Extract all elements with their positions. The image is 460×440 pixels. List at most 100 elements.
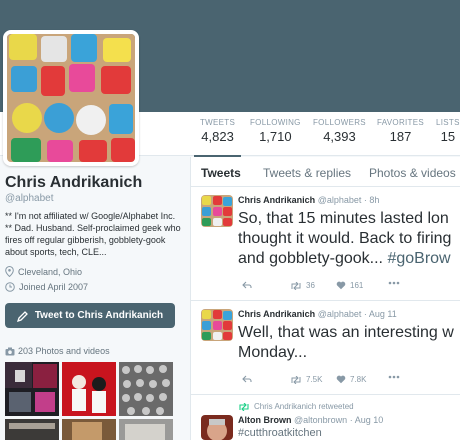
photo-thumbnail[interactable] xyxy=(5,419,59,440)
photos-videos-link[interactable]: 203 Photos and videos xyxy=(5,346,110,356)
stat-label: LISTS xyxy=(436,118,460,127)
joined-text: Joined April 2007 xyxy=(19,282,89,292)
profile-avatar[interactable] xyxy=(3,30,139,166)
tweet-time[interactable]: · Aug 11 xyxy=(364,309,397,319)
tweet-avatar-image xyxy=(201,415,233,440)
tab-tweets[interactable]: Tweets xyxy=(201,166,241,180)
retweeted-by: Chris Andrikanich retweeted xyxy=(238,402,354,411)
tweet-to-button[interactable]: Tweet to Chris Andrikanich xyxy=(5,303,175,328)
tweet-time[interactable]: · 8h xyxy=(364,195,380,205)
like-button[interactable]: 7.8K xyxy=(336,375,366,384)
tweet-line: thought it would. Back to firing xyxy=(238,230,452,247)
stat-value: 4,393 xyxy=(323,129,356,144)
photo-thumbnail[interactable] xyxy=(62,362,116,416)
heart-icon xyxy=(336,375,346,384)
heart-icon xyxy=(336,281,346,290)
stat-value: 1,710 xyxy=(259,129,292,144)
tweet-author-name[interactable]: Chris Andrikanich xyxy=(238,309,315,319)
profile-joined: Joined April 2007 xyxy=(5,282,88,292)
tweet-avatar-image xyxy=(201,309,233,341)
tweet-avatar[interactable] xyxy=(201,309,233,341)
nav-lists[interactable]: LISTS 15 xyxy=(436,118,460,144)
nav-followers[interactable]: FOLLOWERS 4,393 xyxy=(313,118,366,144)
tweet-text: Well, that was an interesting w Monday..… xyxy=(238,323,460,363)
more-icon xyxy=(388,281,400,285)
tweet-avatar[interactable] xyxy=(201,415,233,440)
profile-bio: ** I'm not affiliated w/ Google/Alphabet… xyxy=(5,211,181,257)
reply-icon xyxy=(242,281,252,289)
tweet-line-with-hashtag: and gobblety-gook... #goBrow xyxy=(238,249,460,269)
stat-value: 187 xyxy=(389,129,412,144)
profile-handle[interactable]: @alphabet xyxy=(5,193,54,204)
clock-icon xyxy=(5,282,15,292)
retweet-count: 36 xyxy=(306,281,315,290)
nav-tweets[interactable]: TWEETS 4,823 xyxy=(193,118,242,158)
camera-icon xyxy=(5,347,15,355)
tweet-author-name[interactable]: Alton Brown xyxy=(238,415,292,425)
tweet-line: Well, that was an interesting w xyxy=(238,324,454,341)
tweet-text: So, that 15 minutes lasted lon thought i… xyxy=(238,209,460,269)
photo-image xyxy=(5,362,59,416)
tweet-line: So, that 15 minutes lasted lon xyxy=(238,210,449,227)
tweet-author-name[interactable]: Chris Andrikanich xyxy=(238,195,315,205)
retweet-count: 7.5K xyxy=(306,375,323,384)
tab-photos-videos[interactable]: Photos & videos xyxy=(369,166,456,180)
stat-label: FOLLOWERS xyxy=(313,118,366,127)
reply-button[interactable] xyxy=(242,375,252,383)
like-button[interactable]: 161 xyxy=(336,281,363,290)
stat-label: FAVORITES xyxy=(377,118,425,127)
photo-image xyxy=(119,419,173,440)
tweet-author-handle[interactable]: @altonbrown xyxy=(294,415,347,425)
hashtag-link[interactable]: #cutthroatkitchen xyxy=(238,427,322,439)
photo-thumbnail[interactable] xyxy=(119,362,173,416)
retweet-icon xyxy=(239,402,249,411)
tweet-to-label: Tweet to Chris Andrikanich xyxy=(34,310,164,321)
tweet-author-handle[interactable]: @alphabet xyxy=(318,195,362,205)
tweet-avatar[interactable] xyxy=(201,195,233,227)
photo-thumbnail[interactable] xyxy=(62,419,116,440)
retweeted-by-text[interactable]: Chris Andrikanich retweeted xyxy=(254,402,354,411)
photo-image xyxy=(62,419,116,440)
stat-value: 15 xyxy=(440,129,456,144)
profile-location: Cleveland, Ohio xyxy=(5,266,82,277)
retweet-button[interactable]: 7.5K xyxy=(290,375,322,384)
photo-thumbnail[interactable] xyxy=(119,419,173,440)
photo-image xyxy=(119,362,173,416)
timeline-tabs: Tweets Tweets & replies Photos & videos xyxy=(191,157,460,187)
compose-icon xyxy=(16,310,28,322)
hashtag-link[interactable]: #goBrow xyxy=(387,250,450,267)
avatar-letters-image xyxy=(7,34,135,162)
retweet-icon xyxy=(291,281,301,290)
retweet-button[interactable]: 36 xyxy=(290,281,315,290)
tweet-item[interactable]: Chris Andrikanich retweeted Alton Brown … xyxy=(191,395,460,440)
photo-image xyxy=(5,419,59,440)
nav-favorites[interactable]: FAVORITES 187 xyxy=(377,118,424,144)
more-button[interactable] xyxy=(388,281,400,285)
photo-thumbnail[interactable] xyxy=(5,362,59,416)
tweet-header: Chris Andrikanich @alphabet · 8h xyxy=(238,195,379,205)
like-count: 7.8K xyxy=(350,375,367,384)
tweet-header: Chris Andrikanich @alphabet · Aug 11 xyxy=(238,309,397,319)
photos-videos-label: 203 Photos and videos xyxy=(18,346,110,356)
stat-label: FOLLOWING xyxy=(250,118,301,127)
tweet-line: Monday... xyxy=(238,344,308,361)
nav-following[interactable]: FOLLOWING 1,710 xyxy=(250,118,301,144)
photo-image xyxy=(62,362,116,416)
timeline: Tweets Tweets & replies Photos & videos … xyxy=(190,157,460,440)
tweet-header: Alton Brown @altonbrown · Aug 10 xyxy=(238,415,383,425)
profile-name[interactable]: Chris Andrikanich xyxy=(5,174,142,192)
reply-button[interactable] xyxy=(242,281,252,289)
location-text: Cleveland, Ohio xyxy=(18,266,83,277)
stat-label: TWEETS xyxy=(200,118,236,127)
tweet-avatar-image xyxy=(201,195,233,227)
tweet-time[interactable]: · Aug 10 xyxy=(350,415,384,425)
tweet-item[interactable]: Chris Andrikanich @alphabet · Aug 11 Wel… xyxy=(191,301,460,395)
more-icon xyxy=(388,375,400,379)
tab-tweets-replies[interactable]: Tweets & replies xyxy=(263,166,351,180)
tweet-item[interactable]: Chris Andrikanich @alphabet · 8h So, tha… xyxy=(191,187,460,301)
tweet-line: and gobblety-gook... xyxy=(238,250,383,267)
tweet-author-handle[interactable]: @alphabet xyxy=(318,309,362,319)
stat-value: 4,823 xyxy=(201,129,234,144)
like-count: 161 xyxy=(350,281,364,290)
more-button[interactable] xyxy=(388,375,400,379)
